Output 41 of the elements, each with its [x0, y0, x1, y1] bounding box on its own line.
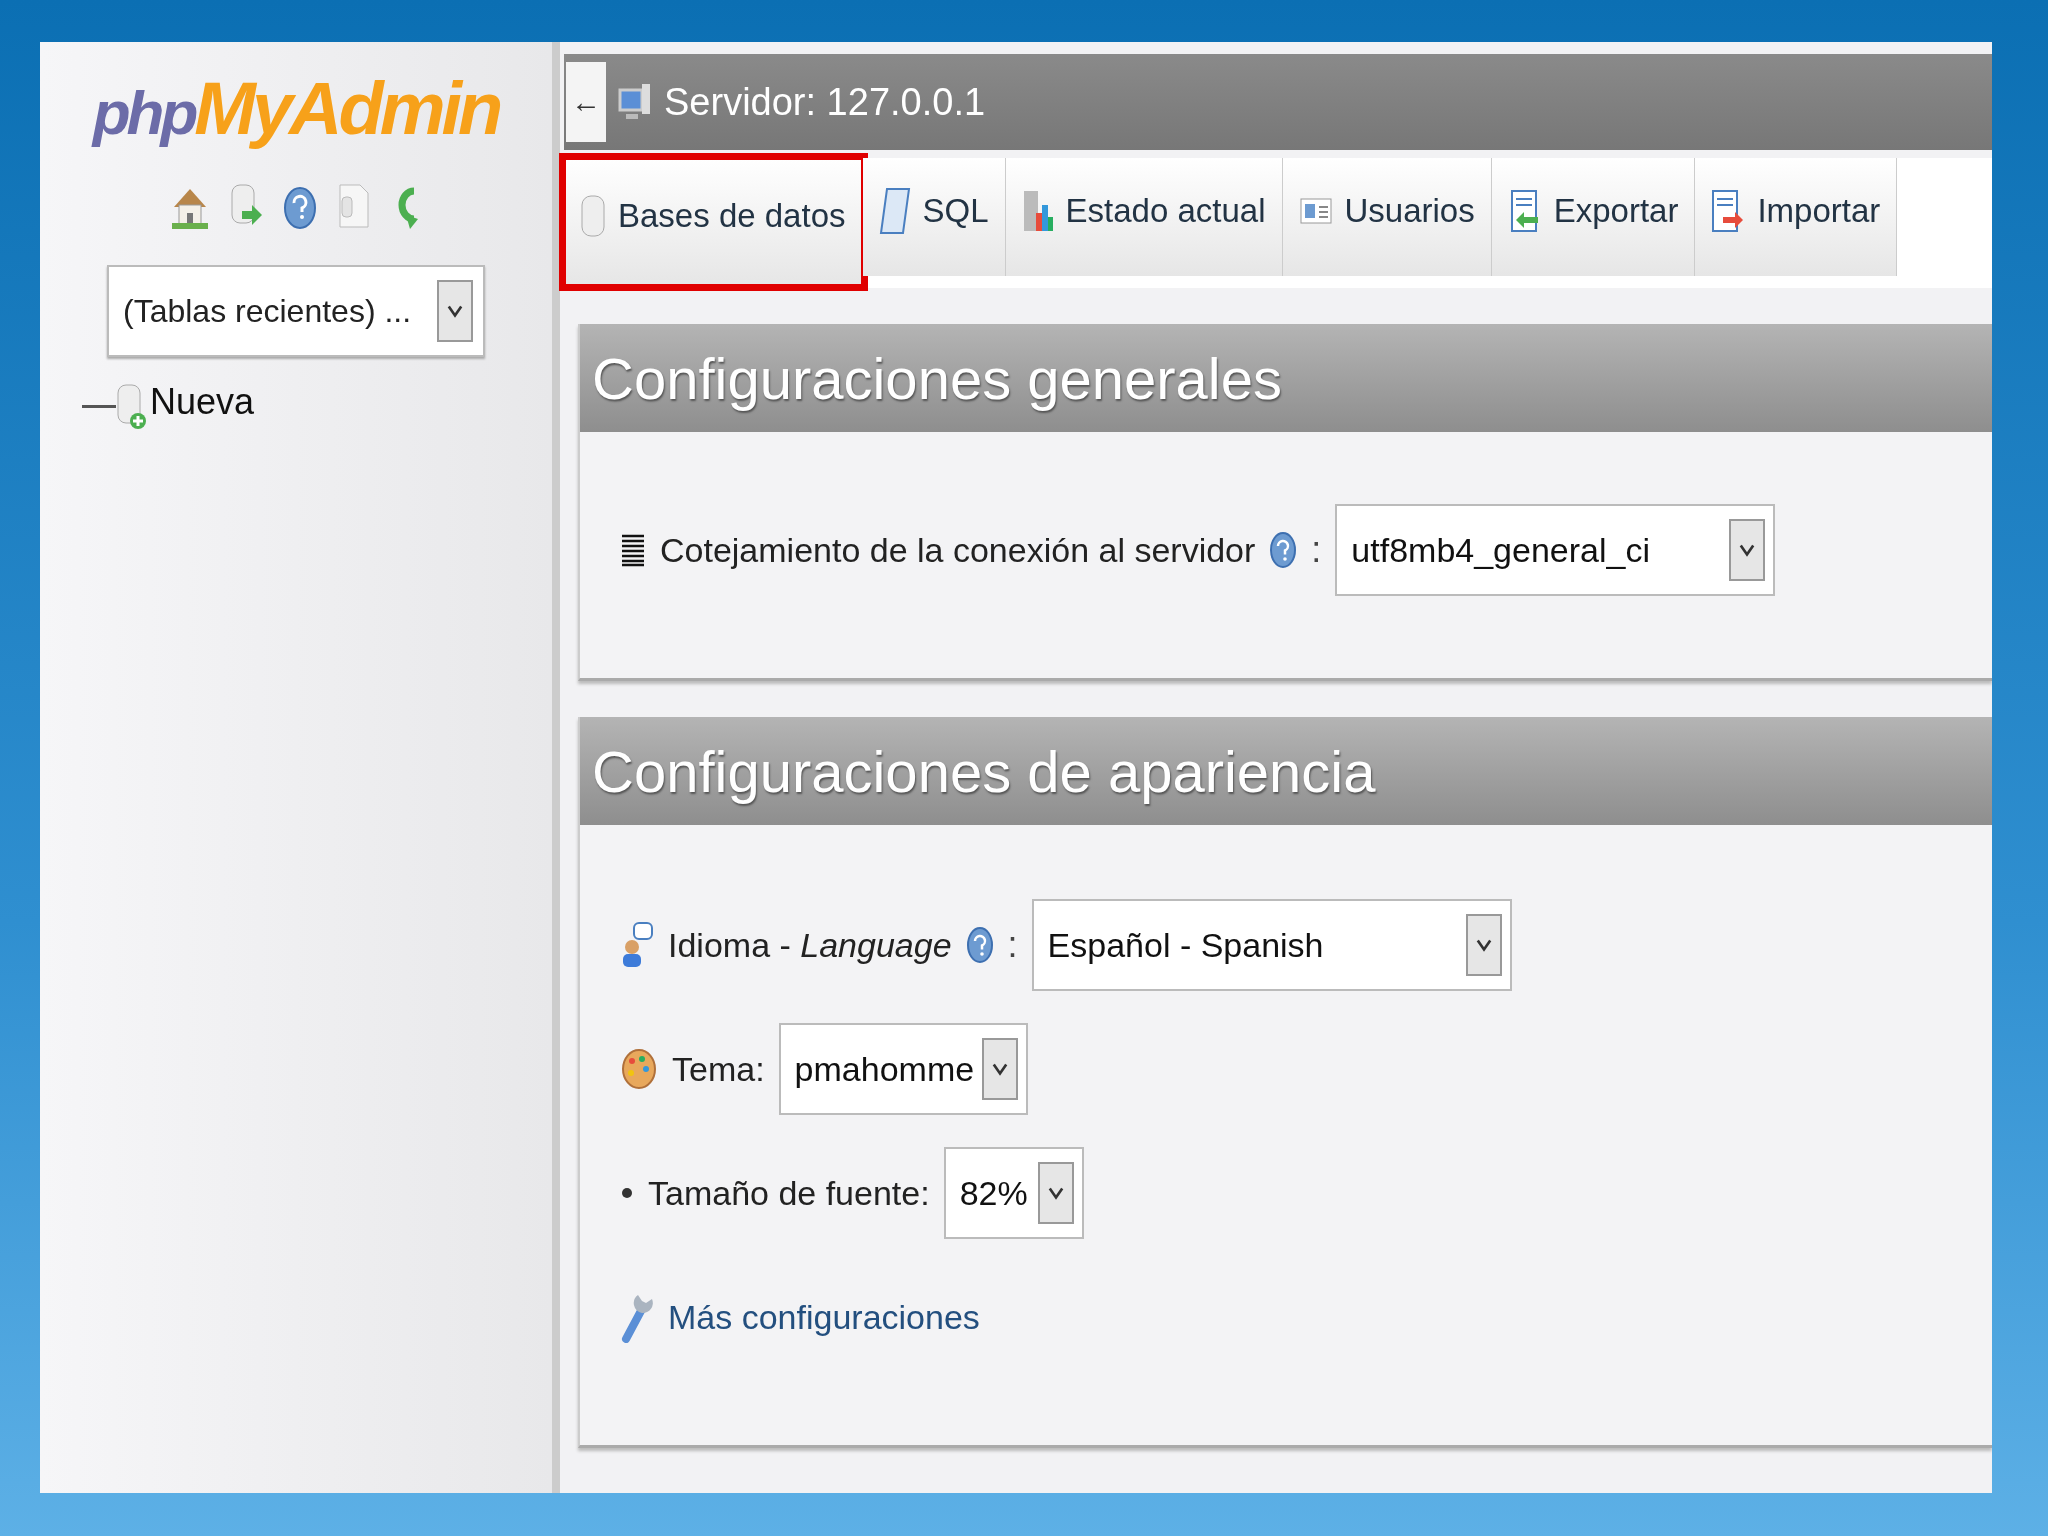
- dropdown[interactable]: 82%: [943, 1147, 1084, 1239]
- dropdown[interactable]: utf8mb4_general_ci: [1335, 504, 1776, 596]
- caret-icon: [437, 280, 473, 342]
- tab[interactable]: SQL: [862, 158, 1006, 276]
- list-icon: [620, 533, 646, 567]
- setting-label: Cotejamiento de la conexión al servidor: [660, 530, 1256, 570]
- new-database-icon: [116, 381, 146, 431]
- caret-icon: [1465, 914, 1502, 976]
- person-speech-icon: [620, 921, 654, 969]
- caret-icon: [1037, 1162, 1074, 1224]
- server-icon: [618, 82, 652, 122]
- database-icon: [580, 194, 606, 238]
- more-settings-link[interactable]: Más configuraciones: [668, 1297, 980, 1337]
- dropdown[interactable]: Español - Spanish: [1031, 899, 1512, 991]
- tab[interactable]: Exportar: [1491, 158, 1696, 276]
- colon-separator: :: [1007, 924, 1018, 966]
- back-button[interactable]: ←: [566, 62, 606, 142]
- dropdown[interactable]: pmahomme: [778, 1023, 1029, 1115]
- help-icon[interactable]: [282, 185, 318, 231]
- contact-card-icon: [1298, 195, 1333, 227]
- help-icon[interactable]: [1269, 530, 1298, 570]
- import-sheet-icon: [1711, 189, 1746, 233]
- logo: phpMyAdmin: [92, 66, 500, 151]
- section-heading: Configuraciones generales: [580, 324, 1992, 432]
- colon-separator: :: [1311, 529, 1322, 571]
- caret-icon: [1729, 519, 1766, 581]
- scroll-icon: [878, 187, 911, 235]
- server-label[interactable]: Servidor: 127.0.0.1: [664, 80, 986, 124]
- bullet-icon: [620, 1186, 634, 1200]
- tab[interactable]: Usuarios: [1282, 158, 1492, 276]
- tab[interactable]: Estado actual: [1005, 158, 1283, 276]
- setting-label: Tamaño de fuente:: [648, 1173, 930, 1213]
- tree-item[interactable]: Nueva: [150, 381, 255, 423]
- setting-label: Tema:: [672, 1049, 765, 1089]
- setting-label: Idioma - Language: [668, 925, 952, 965]
- section-heading: Configuraciones de apariencia: [580, 717, 1992, 825]
- tab[interactable]: Importar: [1695, 158, 1898, 276]
- help-icon[interactable]: [965, 925, 994, 965]
- recent-tables-dropdown[interactable]: (Tablas recientes) ...: [107, 265, 485, 357]
- caret-icon: [982, 1038, 1019, 1100]
- palette-icon: [620, 1047, 658, 1091]
